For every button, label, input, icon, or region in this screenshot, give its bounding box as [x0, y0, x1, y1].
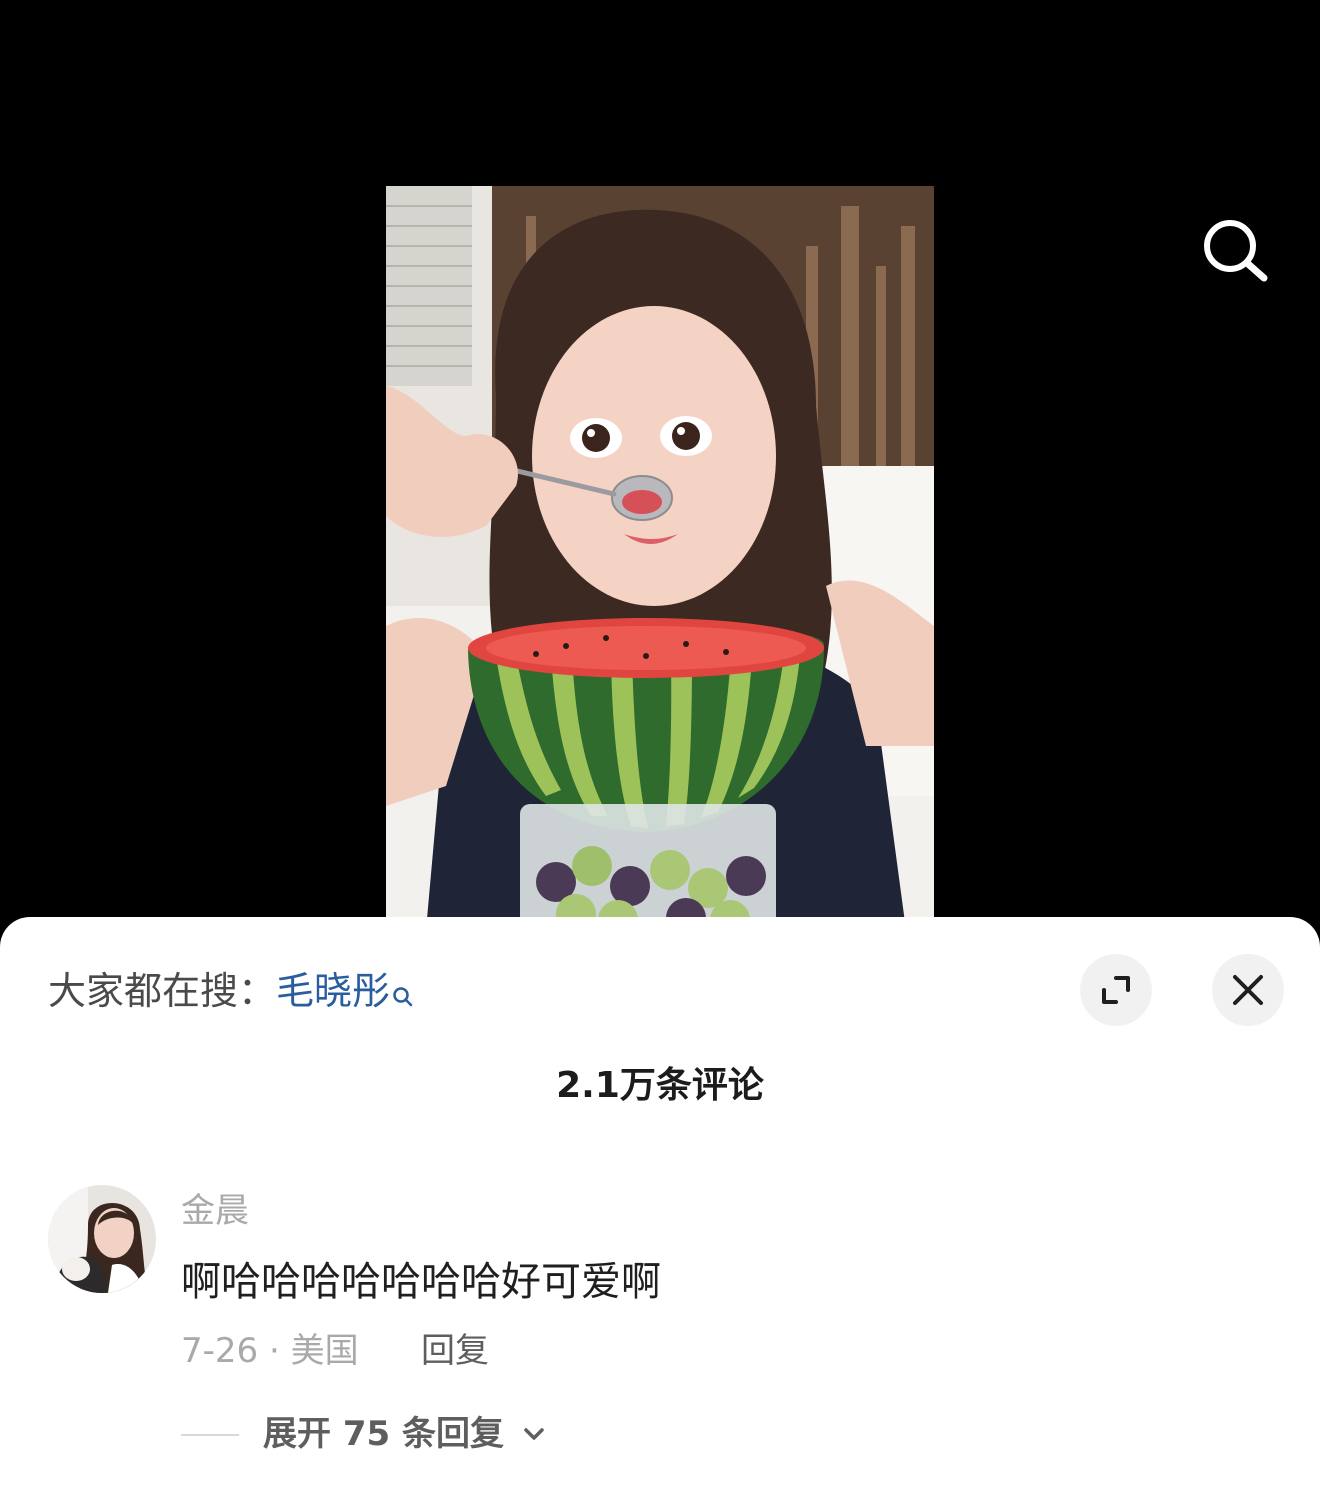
chevron-down-icon — [521, 1421, 547, 1451]
video-thumbnail[interactable] — [386, 186, 934, 930]
expand-replies-label: 展开 75 条回复 — [263, 1414, 504, 1454]
expand-button[interactable] — [1080, 954, 1152, 1026]
trending-search[interactable]: 大家都在搜：毛晓彤 — [48, 967, 414, 1019]
like-area[interactable] — [1050, 1335, 1246, 1375]
trending-prefix: 大家都在搜： — [48, 969, 277, 1013]
comment-text: 啊哈哈哈哈哈哈哈好可爱啊 — [181, 1259, 661, 1305]
close-icon — [1233, 975, 1263, 1005]
keyword-search-icon — [392, 971, 414, 1019]
comment-item: 金晨 啊哈哈哈哈哈哈哈好可爱啊 7-26 · 美国 回复 展开 75 条回复 — [0, 1185, 1320, 1485]
video-player[interactable] — [0, 0, 1320, 930]
trending-keyword[interactable]: 毛晓彤 — [276, 969, 390, 1013]
search-button[interactable] — [1196, 212, 1276, 292]
expand-icon — [1102, 976, 1130, 1004]
comment-sheet: 大家都在搜：毛晓彤 2.1万条评论 金晨 啊哈哈哈哈哈哈哈好可爱啊 7-26 ·… — [0, 917, 1320, 1505]
comment-count: 2.1万条评论 — [556, 1065, 764, 1106]
close-button[interactable] — [1212, 954, 1284, 1026]
divider — [181, 1434, 239, 1436]
avatar[interactable] — [48, 1185, 156, 1293]
search-icon — [1204, 220, 1268, 282]
video-frame-illustration — [386, 186, 934, 930]
reply-button[interactable]: 回复 — [421, 1329, 489, 1373]
comment-meta: 7-26 · 美国 — [181, 1331, 359, 1371]
comment-username[interactable]: 金晨 — [181, 1189, 249, 1233]
